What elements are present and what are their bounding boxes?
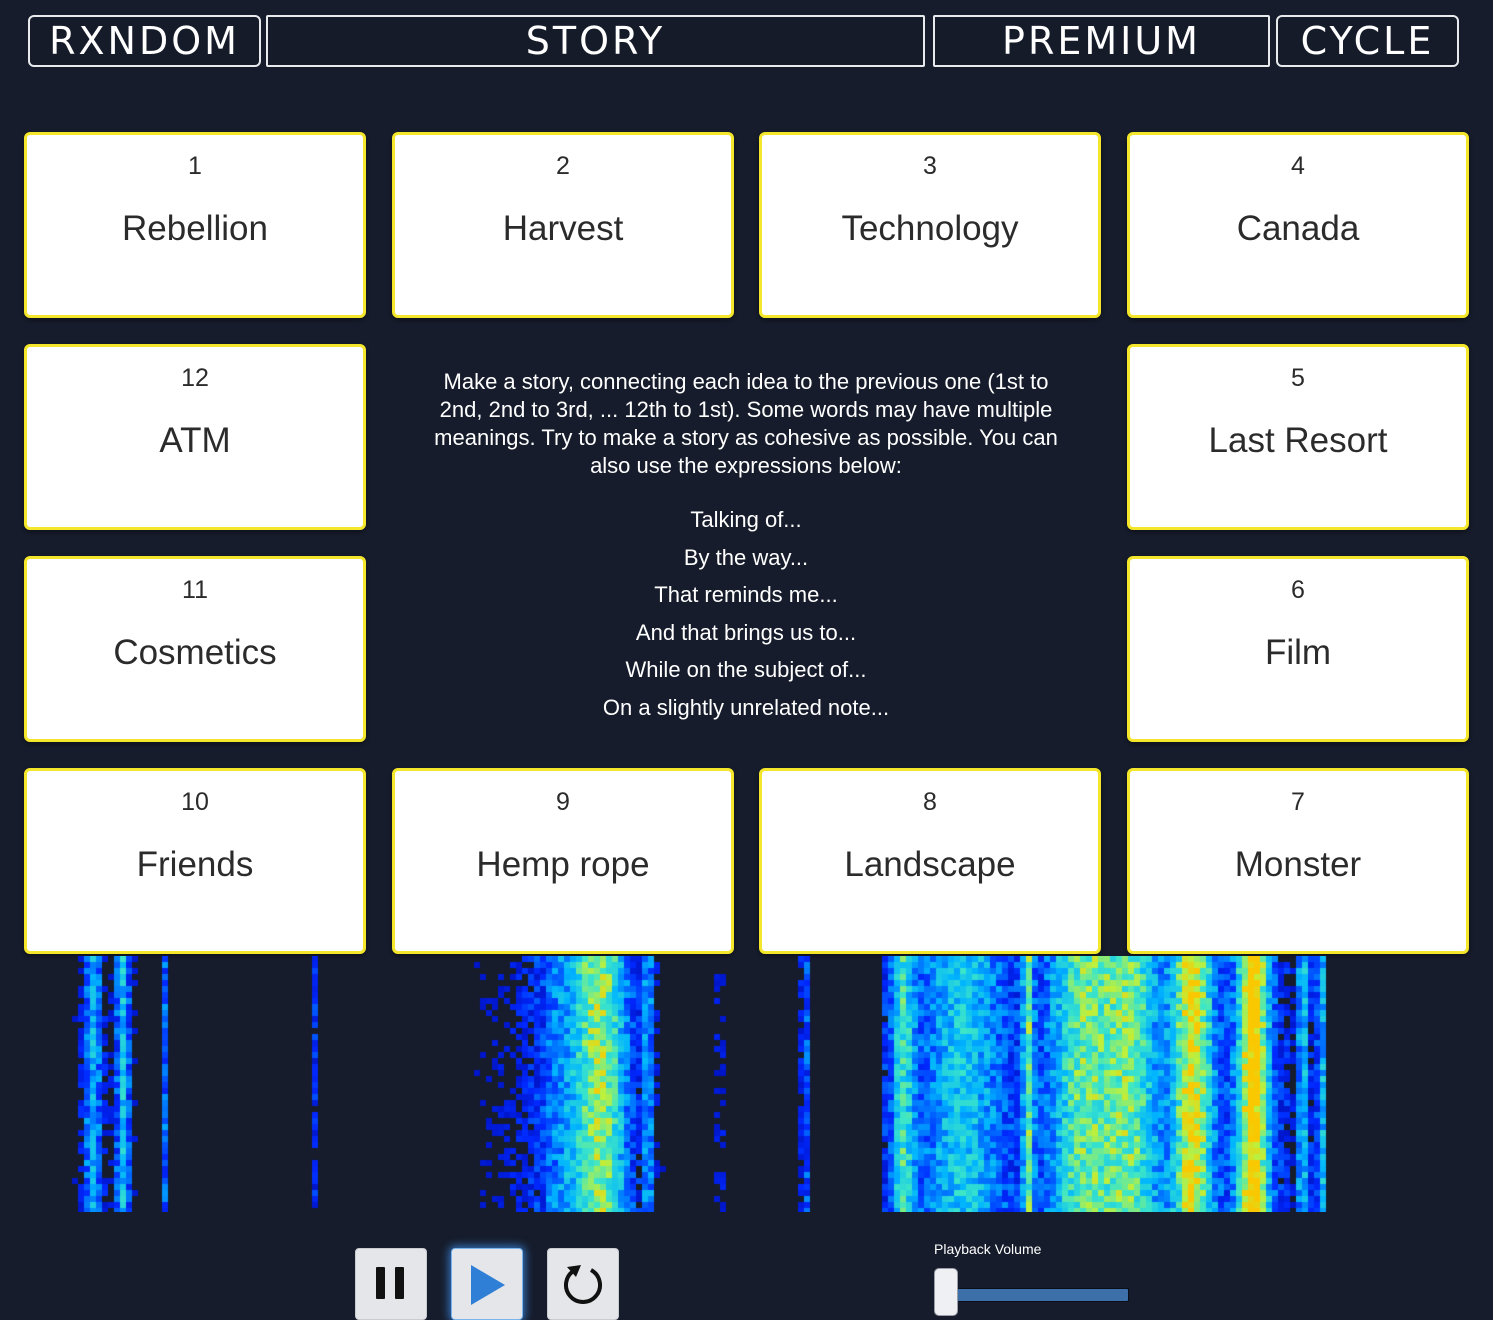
word-card-11[interactable]: 11 Cosmetics [24,556,366,742]
premium-label: PREMIUM [1002,19,1201,63]
expression-list: Talking of... By the way... That reminds… [420,506,1072,732]
random-label: RXNDOM [49,19,240,63]
pause-icon [373,1249,409,1308]
expression-item: That reminds me... [654,582,838,608]
play-button[interactable] [451,1248,523,1320]
audio-spectrogram [0,956,1493,1212]
play-icon [467,1249,507,1312]
random-button[interactable]: RXNDOM [28,15,261,67]
volume-label: Playback Volume [934,1241,1042,1257]
premium-button[interactable]: PREMIUM [933,15,1270,67]
volume-track[interactable] [952,1288,1129,1302]
instructions-panel: Make a story, connecting each idea to th… [420,368,1072,732]
card-word: Technology [841,209,1019,248]
card-word: Hemp rope [476,845,650,884]
card-number: 1 [188,152,202,180]
word-card-3[interactable]: 3 Technology [759,132,1101,318]
cycle-button[interactable]: CYCLE [1276,15,1459,67]
card-number: 6 [1291,576,1305,604]
word-card-8[interactable]: 8 Landscape [759,768,1101,954]
expression-item: Talking of... [690,507,802,532]
card-word: Friends [136,845,254,884]
word-card-5[interactable]: 5 Last Resort [1127,344,1469,530]
card-word: ATM [159,421,231,460]
card-word: Harvest [502,209,624,248]
word-card-4[interactable]: 4 Canada [1127,132,1469,318]
volume-slider-thumb[interactable] [934,1268,958,1316]
card-number: 2 [556,152,570,180]
card-number: 9 [556,788,570,816]
story-label: STORY [525,19,666,63]
pause-button[interactable] [355,1248,427,1320]
card-word: Landscape [844,845,1016,884]
card-number: 10 [181,788,209,816]
restart-icon [561,1249,605,1312]
word-card-10[interactable]: 10 Friends [24,768,366,954]
card-word: Canada [1236,209,1360,248]
card-number: 3 [923,152,937,180]
card-number: 4 [1291,152,1305,180]
card-word: Film [1264,633,1332,672]
story-button[interactable]: STORY [266,15,925,67]
card-number: 5 [1291,364,1305,392]
card-number: 7 [1291,788,1305,816]
word-card-12[interactable]: 12 ATM [24,344,366,530]
word-card-6[interactable]: 6 Film [1127,556,1469,742]
word-card-2[interactable]: 2 Harvest [392,132,734,318]
word-card-9[interactable]: 9 Hemp rope [392,768,734,954]
card-number: 12 [181,364,209,392]
card-number: 11 [182,576,208,604]
card-word: Rebellion [122,209,268,248]
expression-item: By the way... [683,544,809,570]
word-card-1[interactable]: 1 Rebellion [24,132,366,318]
cycle-label: CYCLE [1300,19,1435,63]
expression-item: And that brings us to... [635,619,857,645]
expression-item: On a slightly unrelated note... [602,694,890,720]
word-card-7[interactable]: 7 Monster [1127,768,1469,954]
instructions-text: Make a story, connecting each idea to th… [434,369,1058,478]
restart-button[interactable] [547,1248,619,1320]
card-word: Monster [1234,845,1362,884]
card-word: Cosmetics [113,633,277,672]
card-number: 8 [923,788,937,816]
expression-item: While on the subject of... [625,657,867,683]
card-word: Last Resort [1208,421,1388,460]
